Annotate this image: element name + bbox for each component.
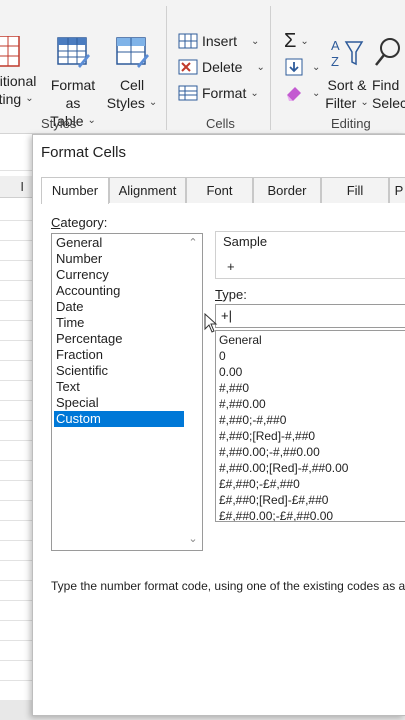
chevron-down-icon: ⌄ [360,97,369,108]
sort-filter-label-1: Sort & [327,77,367,93]
format-code-item[interactable]: £#,##0;[Red]-£#,##0 [219,492,328,508]
format-cells-dialog: Format Cells Number Alignment Font Borde… [32,134,405,716]
insert-label: Insert [202,33,238,49]
format-code-item[interactable]: #,##0.00 [219,396,266,412]
category-scrollbar[interactable]: ⌃ ⌄ [184,234,202,550]
category-label: Category: [51,215,107,230]
format-hint-text: Type the number format code, using one o… [51,579,405,593]
format-code-item[interactable]: #,##0 [219,380,249,396]
chevron-down-icon: ⌄ [300,35,309,47]
delete-button[interactable]: Delete ⌄ [178,55,265,79]
autosum-button[interactable]: Σ ⌄ [284,29,309,53]
format-cells-icon [178,83,198,103]
format-code-item[interactable]: #,##0;[Red]-#,##0 [219,428,315,444]
category-item-fraction[interactable]: Fraction [54,347,184,363]
sort-filter-button[interactable]: AZ Sort & Filter ⌄ [324,36,370,112]
ribbon: ditional tting⌄ Format as Table⌄ Cell St… [0,0,405,134]
format-code-item[interactable]: #,##0;-#,##0 [219,412,286,428]
format-code-item[interactable]: #,##0.00;-#,##0.00 [219,444,320,460]
magnifier-icon [372,36,405,70]
cell-styles-label-1: Cell [119,77,145,93]
format-code-item[interactable]: #,##0.00;[Red]-#,##0.00 [219,460,348,476]
group-separator [270,6,271,130]
category-item-date[interactable]: Date [54,299,184,315]
category-item-percentage[interactable]: Percentage [54,331,184,347]
category-label-accesskey: C [51,215,61,230]
cell-styles-label-2: Styles [106,95,145,111]
category-item-time[interactable]: Time [54,315,184,331]
category-label-text: ategory: [60,215,108,230]
tab-protection[interactable]: P [389,177,405,203]
svg-text:A: A [331,38,340,53]
tab-font[interactable]: Font [186,177,253,203]
format-button[interactable]: Format ⌄ [178,81,259,105]
format-code-item[interactable]: General [219,332,262,348]
insert-button[interactable]: Insert ⌄ [178,29,259,53]
chevron-down-icon: ⌄ [251,35,260,47]
category-item-text[interactable]: Text [54,379,184,395]
type-label-text: ype: [222,287,247,302]
format-as-table-icon [56,36,90,70]
conditional-formatting-icon [0,35,26,70]
cell-styles-button[interactable]: Cell Styles ⌄ [106,36,158,112]
category-item-accounting[interactable]: Accounting [54,283,184,299]
clear-button[interactable]: ⌄ [284,81,320,105]
format-code-item[interactable]: £#,##0;-£#,##0 [219,476,300,492]
conditional-formatting-button[interactable]: ditional tting⌄ [0,35,37,108]
format-label: Format [202,85,247,101]
conditional-formatting-label-2: tting [0,91,22,107]
chevron-down-icon: ⌄ [25,93,34,104]
svg-text:Z: Z [331,54,339,69]
format-code-item[interactable]: £#,##0.00;-£#,##0.00 [219,508,333,521]
cell-styles-icon [115,36,149,70]
dialog-title: Format Cells [41,144,127,161]
conditional-formatting-label-1: ditional [0,73,37,89]
chevron-down-icon: ⌄ [87,115,96,126]
format-code-list[interactable]: General 0 0.00 #,##0 #,##0.00 #,##0;-#,#… [215,330,405,522]
tab-fill[interactable]: Fill [321,177,389,203]
chevron-down-icon: ⌄ [312,61,321,73]
chevron-down-icon: ⌄ [312,87,321,99]
sort-filter-label-2: Filter [325,95,357,111]
sample-label: Sample [221,234,270,249]
category-item-currency[interactable]: Currency [54,267,184,283]
category-item-special[interactable]: Special [54,395,184,411]
group-label-editing: Editing [331,116,371,131]
eraser-icon [284,83,304,103]
sort-filter-icon: AZ [330,36,364,70]
sigma-icon: Σ [284,29,297,52]
tab-alignment[interactable]: Alignment [109,177,186,203]
group-label-styles: Styles [41,116,77,131]
fill-down-icon [284,57,304,77]
chevron-down-icon: ⌄ [250,87,259,99]
fill-button[interactable]: ⌄ [284,55,320,79]
find-select-label-1: Find [372,77,400,93]
format-as-table-label-1: Format as [50,77,96,111]
scroll-up-icon[interactable]: ⌃ [188,238,198,249]
find-select-label-2: Selec [372,95,405,111]
tab-bar: Number Alignment Font Border Fill P [41,177,405,204]
type-input[interactable]: +| [215,304,405,328]
chevron-down-icon: ⌄ [256,61,265,73]
insert-cells-icon [178,31,198,51]
category-item-general[interactable]: General [54,235,184,251]
type-label: Type: [215,287,247,302]
scroll-down-icon[interactable]: ⌄ [188,534,198,545]
category-item-custom[interactable]: Custom [54,411,184,427]
delete-label: Delete [202,59,243,75]
format-code-item[interactable]: 0.00 [219,364,242,380]
category-item-number[interactable]: Number [54,251,184,267]
category-list[interactable]: General Number Currency Accounting Date … [51,233,203,551]
delete-cells-icon [178,57,198,77]
find-select-button[interactable]: Find Selec [372,36,405,112]
tab-number[interactable]: Number [41,177,109,204]
format-code-item[interactable]: 0 [219,348,226,364]
chevron-down-icon: ⌄ [148,97,158,108]
sample-value: + [227,259,235,274]
category-item-scientific[interactable]: Scientific [54,363,184,379]
group-separator [166,6,167,130]
group-label-cells: Cells [206,116,235,131]
mouse-pointer-icon [204,313,218,333]
tab-border[interactable]: Border [253,177,321,203]
